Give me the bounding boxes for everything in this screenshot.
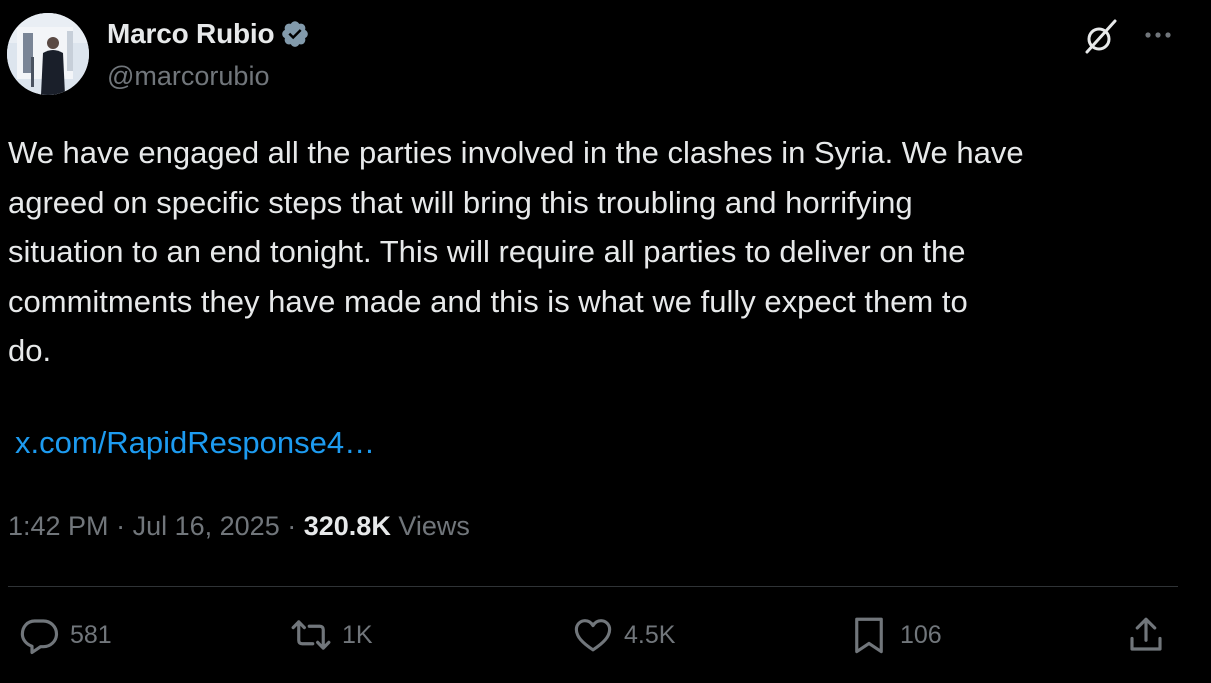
reply-icon [20,619,59,655]
post-time[interactable]: 1:42 PM [8,511,109,541]
repost-count: 1K [342,620,373,649]
like-count: 4.5K [624,620,676,649]
repost-icon [291,620,331,650]
share-icon [1130,617,1162,651]
bookmark-button[interactable]: 106 [848,614,942,656]
reply-count: 581 [70,620,112,649]
post-link[interactable]: x.com/RapidResponse4… [15,425,375,461]
meta-separator: · [287,511,297,541]
views-label: Views [398,511,470,541]
reply-button[interactable]: 581 [18,614,112,656]
post-text: We have engaged all the parties involved… [8,135,1024,368]
author-name-row[interactable]: Marco Rubio [107,18,310,50]
grok-icon[interactable] [1082,18,1120,56]
post-meta: 1:42 PM · Jul 16, 2025 · 320.8K Views [8,511,470,542]
author-name[interactable]: Marco Rubio [107,18,275,50]
divider [8,586,1178,587]
avatar[interactable] [7,13,89,95]
like-icon [574,619,612,652]
verified-badge-icon [282,21,309,47]
like-button[interactable]: 4.5K [572,614,675,656]
more-icon[interactable] [1140,20,1176,50]
meta-separator: · [116,511,126,541]
post-date[interactable]: Jul 16, 2025 [133,511,280,541]
share-button[interactable] [1125,614,1167,656]
author-handle[interactable]: @marcorubio [107,61,269,92]
views-count: 320.8K [303,511,391,541]
bookmark-count: 106 [900,620,942,649]
bookmark-icon [855,617,883,654]
repost-button[interactable]: 1K [290,614,373,656]
